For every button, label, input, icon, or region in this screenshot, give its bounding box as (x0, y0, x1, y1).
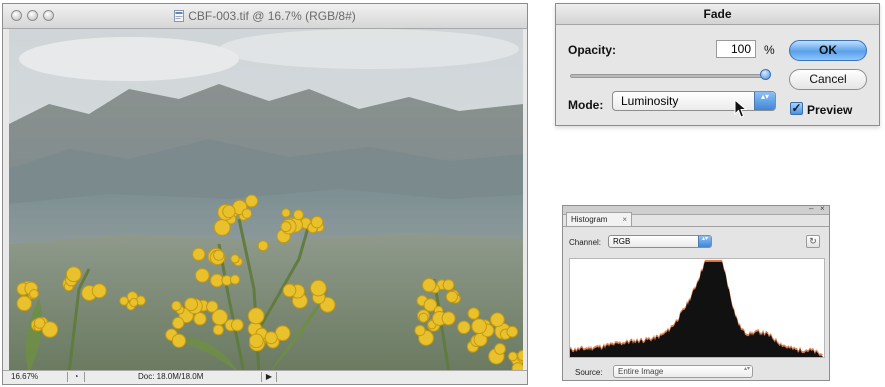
zoom-level-field[interactable]: 16.67% (11, 372, 61, 382)
fade-dialog-title[interactable]: Fade (556, 4, 879, 25)
flower-blossom (91, 283, 107, 299)
flower-blossom (414, 324, 426, 337)
fade-dialog: Fade Opacity: 100 % Mode: Luminosity ▴▾ … (555, 3, 880, 126)
status-bar: 16.67% ◔ Doc: 18.0M/18.0M ▶ (3, 370, 527, 384)
image-canvas[interactable] (9, 29, 523, 373)
flower-blossom (282, 283, 297, 298)
histogram-tab-label: Histogram (571, 215, 608, 224)
photo-image (9, 29, 523, 373)
channel-select-value: RGB (613, 237, 631, 246)
tab-close-icon[interactable]: × (622, 213, 627, 226)
flower-blossom (184, 297, 198, 312)
histogram-plot (570, 259, 824, 357)
flower-blossom (129, 297, 139, 308)
flower-blossom (441, 311, 456, 326)
flower-blossom (310, 215, 324, 229)
flower-blossom (457, 320, 471, 334)
tab-histogram[interactable]: Histogram × (566, 212, 632, 226)
palette-minimize-icon[interactable]: – (809, 204, 813, 213)
flower-blossom (222, 204, 236, 219)
flower-blossom (230, 254, 240, 264)
flower-blossom (281, 208, 291, 218)
tiff-file-icon (174, 10, 185, 22)
flower-blossom (241, 208, 253, 219)
flower-blossom (171, 333, 187, 348)
document-title-text: CBF-003.tif @ 16.7% (RGB/8#) (188, 9, 356, 23)
preview-label[interactable]: Preview (807, 103, 852, 117)
opacity-label: Opacity: (568, 43, 617, 57)
flower-blossom (213, 249, 225, 261)
channel-select[interactable]: RGB ▴▾ (608, 235, 712, 248)
status-menu-arrow-icon[interactable]: ▶ (261, 372, 277, 382)
flower-blossom (471, 318, 487, 335)
opacity-slider-thumb[interactable] (760, 69, 771, 80)
flower-blossom (494, 343, 506, 355)
channel-label: Channel: (569, 238, 602, 247)
mode-label: Mode: (568, 98, 604, 112)
opacity-slider[interactable] (570, 74, 766, 78)
mode-select[interactable]: Luminosity ▴▾ (612, 91, 776, 111)
source-label: Source: (575, 368, 603, 377)
flower-blossom (245, 194, 259, 208)
document-window: CBF-003.tif @ 16.7% (RGB/8#) 16.67% ◔ Do… (2, 3, 528, 385)
flower-blossom (421, 278, 437, 293)
flower-blossom (467, 307, 480, 320)
document-size-info: Doc: 18.0M/18.0M (138, 372, 204, 381)
document-titlebar[interactable]: CBF-003.tif @ 16.7% (RGB/8#) (3, 4, 527, 29)
cancel-button[interactable]: Cancel (789, 69, 867, 90)
flower-blossom (33, 317, 46, 329)
flower-blossom (192, 247, 206, 261)
flower-blossom (172, 316, 185, 330)
flower-blossom (29, 288, 39, 299)
flower-blossom (310, 279, 327, 297)
percent-sign: % (764, 43, 775, 57)
mode-select-value: Luminosity (621, 94, 679, 108)
flower-blossom (517, 350, 523, 362)
select-arrows-icon: ▴▾ (743, 366, 750, 372)
preview-checkbox[interactable]: ✓ (790, 102, 803, 115)
flower-blossom (65, 266, 82, 283)
select-arrows-icon: ▴▾ (698, 236, 711, 247)
flower-blossom (213, 219, 231, 236)
flower-blossom (212, 324, 224, 336)
flower-blossom (508, 351, 518, 362)
flower-blossom (506, 325, 519, 338)
select-arrows-icon: ▴▾ (754, 92, 775, 110)
flower-blossom (229, 274, 241, 285)
flower-blossom (264, 331, 278, 345)
flower-blossom (247, 307, 265, 325)
mouse-pointer-icon (734, 99, 748, 118)
flower-blossom (442, 279, 455, 291)
refresh-icon[interactable]: ↻ (806, 235, 820, 248)
document-title: CBF-003.tif @ 16.7% (RGB/8#) (3, 9, 527, 23)
flower-blossom (210, 273, 224, 288)
ok-button[interactable]: OK (789, 40, 867, 61)
status-info-icon[interactable]: ◔ (67, 372, 85, 382)
histogram-graph (569, 258, 825, 358)
opacity-input[interactable]: 100 (716, 40, 756, 58)
flower-blossom (171, 300, 182, 312)
histogram-panel-body: Channel: RGB ▴▾ ↻ Source: Entire Image ▴… (563, 226, 829, 380)
flower-blossom (193, 312, 207, 326)
flower-blossom (280, 221, 292, 233)
flower-blossom (445, 290, 459, 303)
flower-blossom (418, 312, 429, 323)
flower-blossom (248, 333, 264, 349)
flower-blossom (230, 318, 244, 332)
flower-blossom (257, 240, 269, 252)
histogram-palette: – × Histogram × Channel: RGB ▴▾ ↻ Source… (562, 204, 830, 381)
flower-blossom (293, 209, 304, 221)
flower-blossom (211, 308, 228, 326)
flower-blossom (490, 312, 505, 328)
source-select[interactable]: Entire Image ▴▾ (613, 365, 753, 378)
source-select-value: Entire Image (618, 367, 664, 376)
palette-close-icon[interactable]: × (820, 204, 825, 213)
flower-blossom (194, 268, 210, 283)
